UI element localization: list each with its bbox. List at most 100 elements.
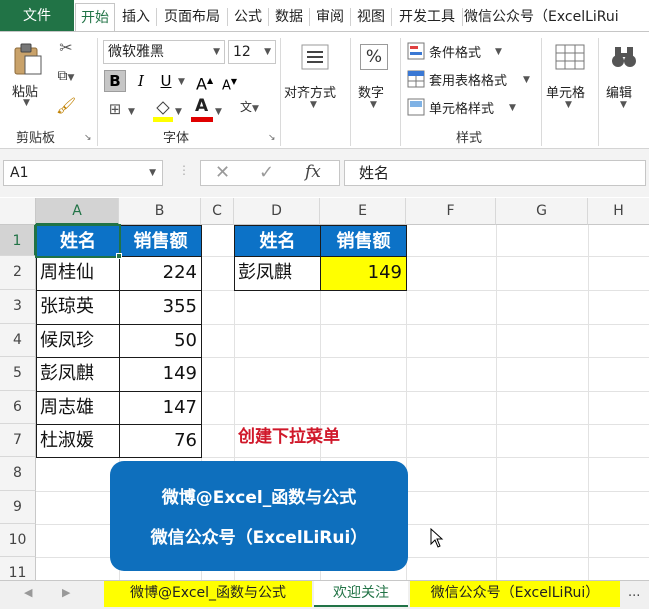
tab-review[interactable]: 审阅 [311,3,349,32]
grow-font-button[interactable]: A▲ [196,70,214,93]
column-header-f[interactable]: F [406,198,496,225]
insert-function-icon[interactable]: fx [305,162,321,182]
row-header-7[interactable]: 7 [0,424,36,457]
tab-data[interactable]: 数据 [270,3,308,32]
tab-file[interactable]: 文件 [0,0,74,32]
column-header-b[interactable]: B [119,198,201,225]
group-divider [280,38,281,146]
cell-b7[interactable]: 76 [119,424,202,458]
cell-b1[interactable]: 销售额 [119,225,202,257]
cell-e2[interactable]: 149 [320,256,407,291]
tab-divider [309,8,310,26]
excel-window: 文件 开始 插入 页面布局 公式 数据 审阅 视图 开发工具 微信公众号（Exc… [0,0,649,609]
row-header-5[interactable]: 5 [0,357,36,391]
chevron-down-icon[interactable]: ▼ [128,107,135,117]
tab-divider [227,8,228,26]
borders-icon[interactable]: ⊞ [104,100,126,118]
dialog-launcher-icon[interactable]: ↘ [268,133,276,143]
number-format-button[interactable]: % 数字 ▼ [354,42,396,110]
cell-b6[interactable]: 147 [119,391,202,425]
column-header-c[interactable]: C [201,198,234,225]
chevron-down-icon: ▼ [509,103,516,113]
gridline [496,225,497,580]
column-header-d[interactable]: D [234,198,320,225]
cell-a4[interactable]: 候凤珍 [36,324,120,358]
format-painter-icon[interactable]: 🖌 [56,96,76,115]
confirm-icon[interactable]: ✓ [259,162,274,183]
alignment-button[interactable]: 对齐方式 ▼ [284,42,346,110]
tab-wechat[interactable]: 微信公众号（ExcelLiRui [464,3,649,32]
cell-a1[interactable]: 姓名 [36,225,120,257]
cell-d2[interactable]: 彭凤麒 [234,256,321,291]
banner-line-2: 微信公众号（ExcelLiRui） [150,528,368,548]
editing-button[interactable]: 编辑 ▼ [602,42,646,110]
cells-button[interactable]: 单元格 ▼ [545,42,595,110]
italic-button[interactable]: I [131,70,151,92]
tab-view[interactable]: 视图 [352,3,390,32]
dialog-launcher-icon[interactable]: ↘ [84,133,92,143]
cell-b2[interactable]: 224 [119,256,202,291]
cell-a5[interactable]: 彭凤麒 [36,357,120,392]
name-box[interactable]: A1 ▼ [3,160,163,186]
shrink-font-button[interactable]: A▼ [222,70,240,93]
row-header-11[interactable]: 11 [0,557,36,580]
row-header-2[interactable]: 2 [0,256,36,290]
cell-d1[interactable]: 姓名 [234,225,321,257]
conditional-format-button[interactable]: 条件格式 ▼ [407,40,537,62]
chevron-down-icon[interactable]: ▼ [178,77,185,87]
more-sheets-button[interactable]: ... [628,585,640,600]
paste-button[interactable]: 粘贴 ▼ [6,40,50,108]
sheet-tab-weibo[interactable]: 微博@Excel_函数与公式 [104,581,312,607]
row-header-3[interactable]: 3 [0,290,36,324]
group-divider [598,38,599,146]
formula-buttons: ✕ ✓ fx [200,160,340,186]
row-header-10[interactable]: 10 [0,524,36,557]
copy-icon[interactable]: ⧉▼ [56,68,76,84]
cell-b3[interactable]: 355 [119,290,202,325]
cell-b5[interactable]: 149 [119,357,202,392]
worksheet-grid: A B C D E F G H 1 2 3 4 5 6 7 8 9 10 11 [0,198,649,580]
fill-handle[interactable] [116,253,122,259]
row-header-6[interactable]: 6 [0,391,36,424]
cancel-icon[interactable]: ✕ [215,162,230,183]
format-as-table-button[interactable]: 套用表格格式 ▼ [407,68,537,90]
column-header-e[interactable]: E [320,198,406,225]
column-header-h[interactable]: H [588,198,649,225]
cell-styles-button[interactable]: 单元格样式 ▼ [407,96,537,118]
select-all-button[interactable] [0,198,36,225]
cell-a6[interactable]: 周志雄 [36,391,120,425]
tab-home[interactable]: 开始 [75,3,115,33]
tab-developer[interactable]: 开发工具 [393,3,461,32]
formula-input[interactable]: 姓名 [344,160,646,186]
tab-insert[interactable]: 插入 [117,3,155,32]
sheet-tab-wechat[interactable]: 微信公众号（ExcelLiRui） [410,581,620,607]
row-header-9[interactable]: 9 [0,491,36,524]
font-size-select[interactable]: 12 ▼ [228,40,276,64]
fill-color-button[interactable] [153,98,173,124]
tab-formulas[interactable]: 公式 [229,3,267,32]
column-header-g[interactable]: G [496,198,588,225]
font-color-button[interactable]: A [191,96,213,124]
cut-icon[interactable]: ✂ [56,38,76,57]
font-name-select[interactable]: 微软雅黑 ▼ [103,40,225,64]
bold-button[interactable]: B [104,70,126,92]
sheet-tab-welcome[interactable]: 欢迎关注 [314,581,408,607]
cell-b4[interactable]: 50 [119,324,202,358]
cell-a7[interactable]: 杜淑媛 [36,424,120,458]
underline-button[interactable]: U [156,70,176,92]
tab-page-layout[interactable]: 页面布局 [158,3,226,32]
chevron-down-icon[interactable]: ▼ [215,107,222,117]
prev-sheet-icon[interactable]: ◀ [24,586,32,599]
chevron-down-icon[interactable]: ▼ [175,107,182,117]
percent-icon: % [360,44,388,70]
row-header-8[interactable]: 8 [0,457,36,491]
column-header-a[interactable]: A [36,198,119,225]
cell-a3[interactable]: 张琼英 [36,290,120,325]
group-divider [400,38,401,146]
row-header-4[interactable]: 4 [0,324,36,357]
row-header-1[interactable]: 1 [0,225,36,256]
cell-a2[interactable]: 周桂仙 [36,256,120,291]
next-sheet-icon[interactable]: ▶ [62,586,70,599]
phonetic-button[interactable]: 文▼ [240,98,262,122]
cell-e1[interactable]: 销售额 [320,225,407,257]
